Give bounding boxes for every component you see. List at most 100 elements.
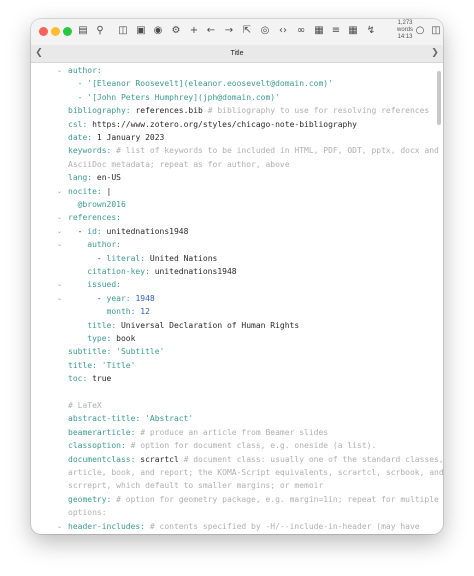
editor-token: # option for geometry package, e.g. marg… (116, 494, 439, 504)
editor-token: true (92, 374, 112, 384)
picture-icon[interactable]: ▦ (312, 24, 326, 38)
share-icon[interactable]: ⇱ (240, 24, 254, 38)
editor-line: references: (68, 211, 121, 224)
editor-line: - id: unitednations1948 (68, 225, 189, 238)
fold-toggle-icon[interactable]: ⌄ (57, 278, 63, 291)
editor-token: references: (68, 213, 121, 223)
editor-line: toc: true (68, 372, 111, 385)
back-icon[interactable]: ← (204, 24, 218, 38)
editor-token: United Nations (149, 253, 218, 263)
folder-icon[interactable]: ◫ (116, 24, 130, 38)
markdown-editor[interactable]: ⌄ author: - '[Eleanor Roosevelt](eleanor.… (31, 63, 443, 534)
add-icon[interactable]: + (187, 24, 201, 38)
fold-toggle-icon[interactable]: ⌄ (57, 238, 63, 251)
editor-token: references.bib (135, 106, 208, 116)
zoom-window-button[interactable] (63, 27, 72, 36)
tab-forward-icon[interactable]: ❯ (429, 45, 441, 62)
editor-line: options: (68, 506, 107, 519)
tab-title[interactable]: Title (31, 45, 443, 62)
badge-icon[interactable]: ◉ (151, 24, 165, 38)
image-icon[interactable]: ▣ (134, 24, 148, 38)
export-icon[interactable]: ↯ (364, 24, 378, 38)
editor-line: header-includes: # contents specified by… (68, 520, 420, 533)
minimize-window-button[interactable] (51, 27, 60, 36)
editor-line: type: book (68, 332, 135, 345)
editor-token: toc: (68, 374, 93, 384)
close-window-button[interactable] (39, 27, 48, 36)
settings-icon[interactable]: ⚙ (169, 24, 183, 38)
editor-token: scrartcl (140, 454, 184, 464)
editor-token: 12 (140, 307, 150, 317)
editor-token: - '[John Peters Humphrey](jph@domain.com… (68, 92, 280, 102)
editor-line: @brown2016 (68, 198, 126, 211)
editor-token: en-US (96, 173, 121, 183)
sidebar-icon[interactable]: ▤ (76, 24, 90, 38)
editor-line: csl: https://www.zotero.org/styles/chica… (68, 118, 357, 131)
editor-token: AsciiDoc metadata; repeat as for author,… (68, 159, 290, 169)
editor-line: bibliography: references.bib # bibliogra… (68, 104, 429, 117)
forward-icon[interactable]: → (222, 24, 236, 38)
table-icon[interactable]: ▦ (346, 24, 360, 38)
editor-token: article, book, and report; the KOMA-Scri… (68, 468, 443, 477)
editor-line: subtitle: 'Subtitle' (68, 345, 164, 358)
editor-token: # list of keywords to be included in HTM… (116, 146, 439, 156)
editor-token: - (68, 293, 107, 303)
fold-toggle-icon[interactable]: ⌄ (57, 64, 63, 77)
editor-line: author: (68, 64, 102, 77)
tab-back-icon[interactable]: ❮ (33, 45, 45, 62)
search-icon[interactable]: ⚲ (93, 24, 107, 38)
fold-toggle-icon[interactable]: ⌄ (57, 225, 63, 238)
editor-line: - '[Eleanor Roosevelt](eleanor.eoosevelt… (68, 77, 333, 90)
editor-token: nocite: (68, 186, 107, 196)
editor-token: lang: (68, 173, 97, 183)
fold-toggle-icon[interactable]: ⌄ (57, 292, 63, 305)
editor-token: literal: (106, 253, 150, 263)
editor-token: 1 January 2023 (96, 133, 165, 142)
fold-toggle-icon[interactable]: ⌄ (57, 185, 63, 198)
editor-token: # option for document class, e.g. onesid… (130, 441, 377, 451)
editor-line: # LaTeX (68, 399, 102, 412)
link-icon[interactable]: ∞ (294, 24, 308, 38)
code-icon[interactable]: ‹› (276, 24, 290, 38)
list-icon[interactable]: ≡ (329, 24, 343, 38)
editor-token: year: (106, 293, 136, 303)
editor-token: type: (68, 334, 117, 343)
editor-token: keywords: (68, 146, 117, 156)
editor-token: geometry: (68, 494, 117, 504)
editor-token: author: (68, 66, 102, 75)
editor-window: ▤ ⚲ ◫ ▣ ◉ ⚙ + ← → ⇱ ◎ ‹› ∞ ▦ ≡ ▦ ↯ 1,273… (31, 19, 443, 534)
fold-toggle-icon[interactable]: ⌄ (57, 211, 63, 224)
editor-line: geometry: # option for geometry package,… (68, 493, 439, 506)
editor-line: scrreprt, which default to smaller margi… (68, 479, 323, 492)
status-icon[interactable]: ○ (413, 24, 427, 38)
editor-token: # LaTeX (68, 401, 102, 410)
editor-token: beamerarticle: (68, 427, 141, 437)
editor-token: author: (68, 240, 121, 250)
tab-bar: Title ❮ ❯ (31, 45, 443, 63)
editor-token: csl: (68, 119, 93, 129)
editor-token: unitednations1948 (154, 267, 237, 276)
fold-toggle-icon[interactable]: ⌄ (57, 520, 63, 533)
editor-token: 'Abstract' (145, 414, 194, 424)
editor-token: abstract-title: (68, 414, 146, 424)
editor-token: issued: (68, 280, 121, 290)
editor-line: beamerarticle: # produce an article from… (68, 426, 328, 439)
preview-icon[interactable]: ◎ (258, 24, 272, 38)
editor-token: Universal Declaration of Human Rights (120, 320, 300, 330)
editor-line: - literal: United Nations (68, 252, 217, 265)
editor-token: subtitle: (68, 347, 117, 357)
editor-line: citation-key: unitednations1948 (68, 265, 237, 278)
scrollbar-thumb[interactable] (437, 71, 441, 125)
editor-line: classoption: # option for document class… (68, 439, 376, 452)
editor-token: 'Title' (101, 360, 136, 370)
editor-line: title: Universal Declaration of Human Ri… (68, 319, 299, 332)
editor-token: month: (68, 307, 141, 317)
editor-token: book (116, 334, 136, 343)
editor-token: # contents specified by -H/--include-in-… (149, 521, 420, 531)
editor-line: issued: (68, 278, 121, 291)
editor-token: https://www.zotero.org/styles/chicago-no… (92, 119, 357, 129)
editor-line: author: (68, 238, 121, 251)
split-view-icon[interactable]: ◫ (429, 24, 443, 38)
editor-token: | (106, 186, 112, 196)
editor-token: 1948 (135, 293, 155, 303)
